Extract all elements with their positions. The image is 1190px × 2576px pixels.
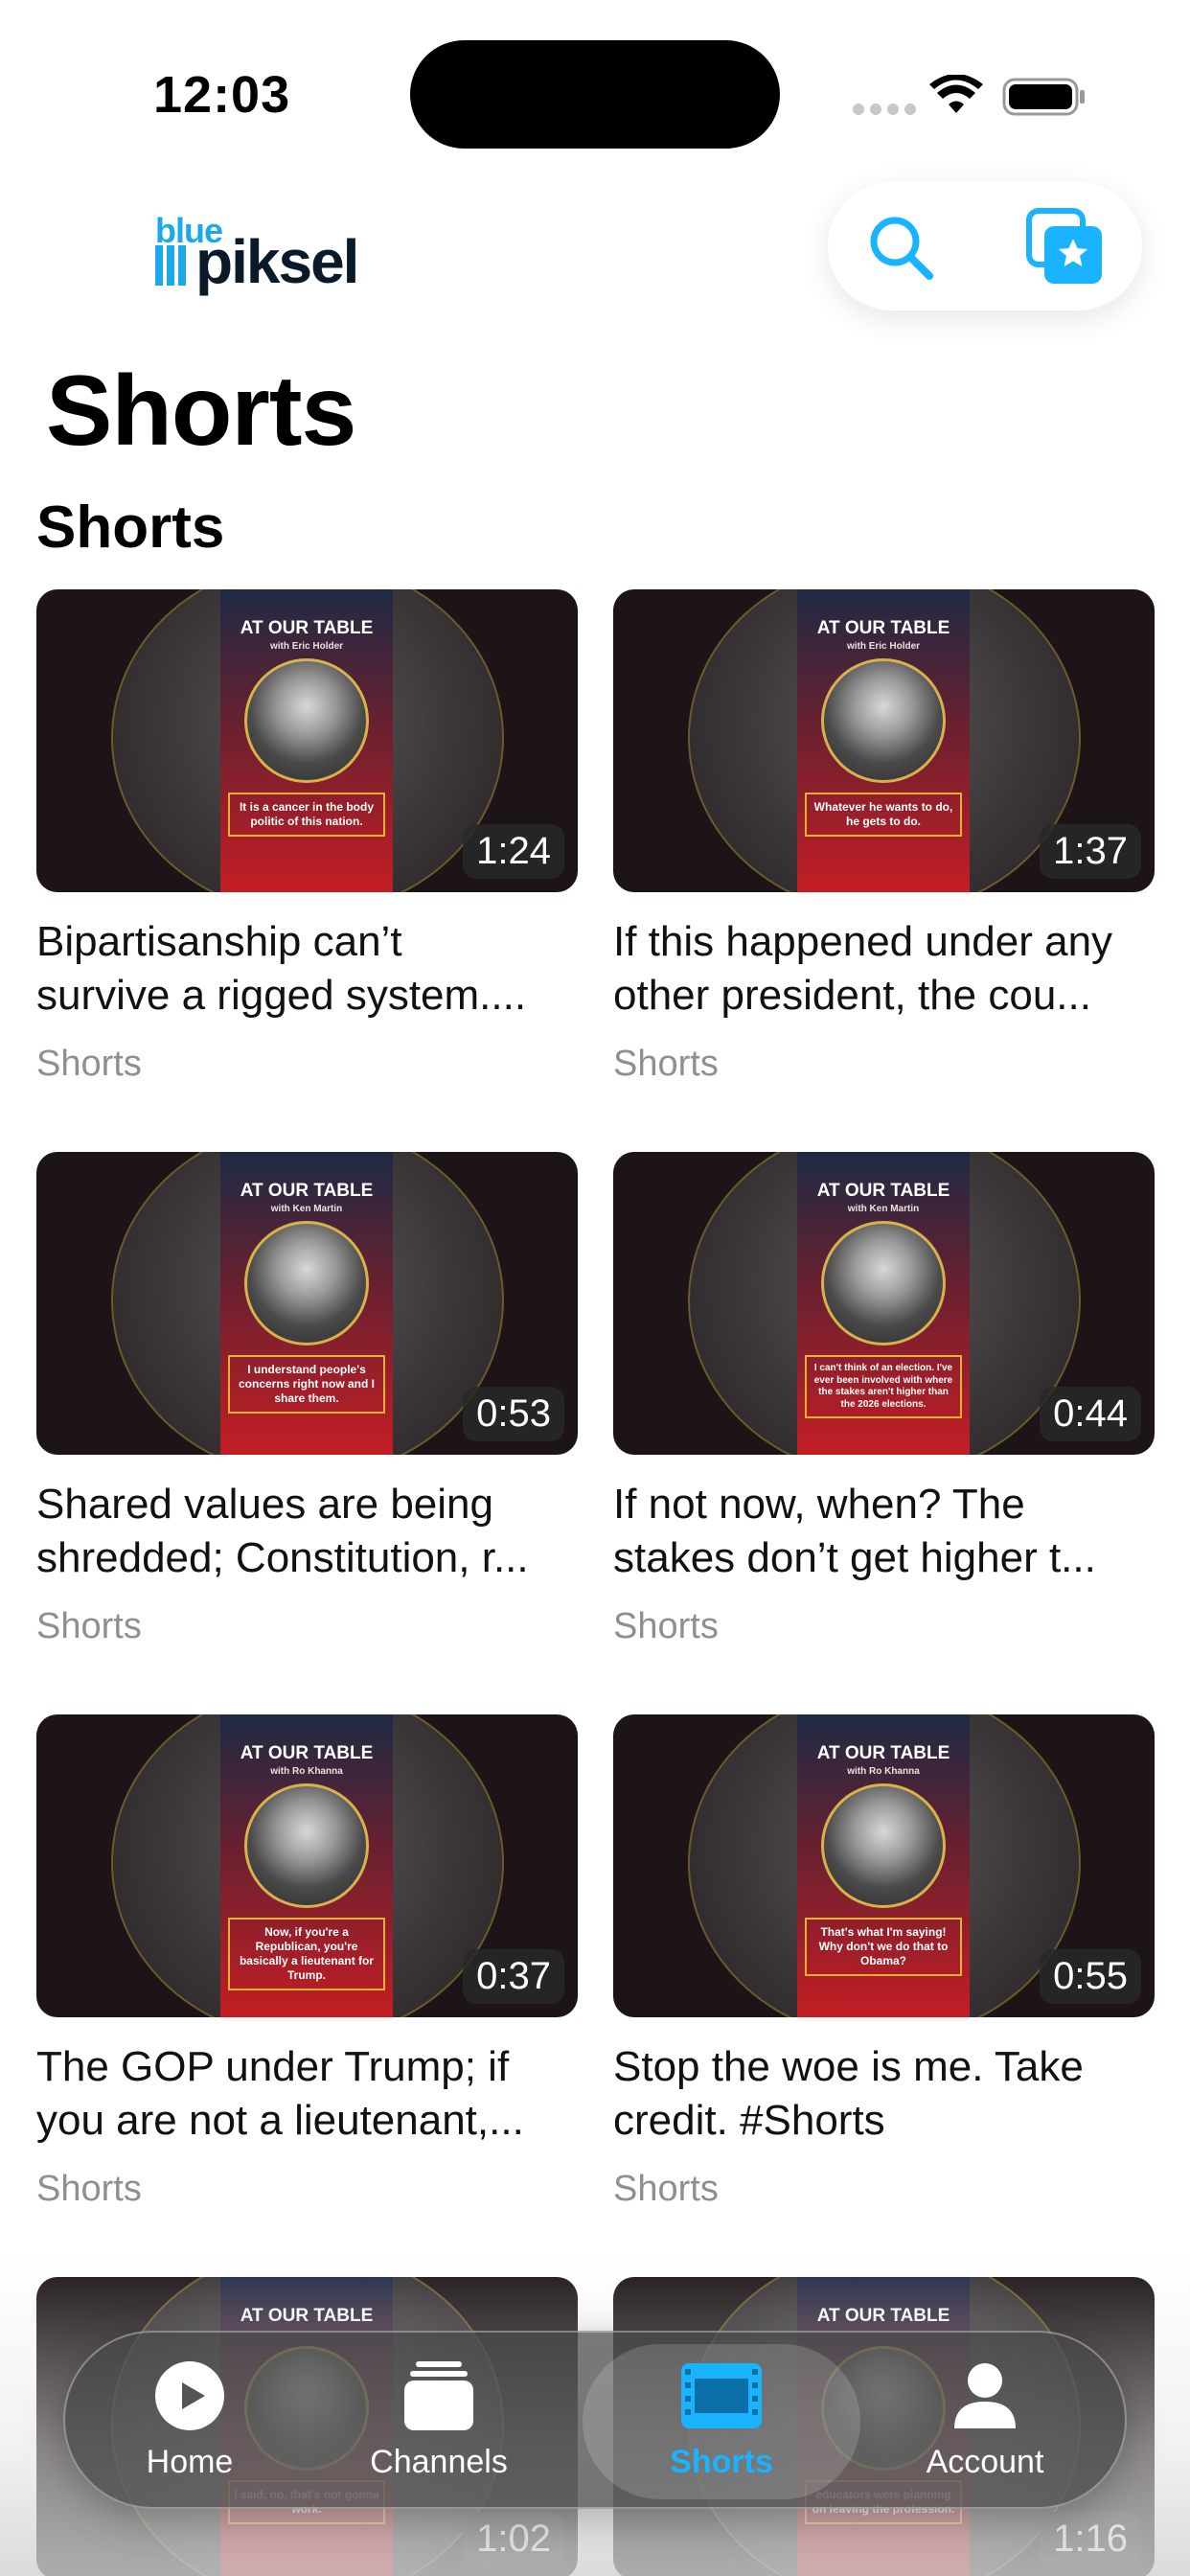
logo-bars	[155, 245, 186, 286]
section-title: Shorts	[36, 494, 225, 561]
tab-label: Shorts	[670, 2444, 773, 2480]
guest-portrait	[821, 1221, 946, 1346]
tab-label: Account	[926, 2444, 1044, 2480]
short-card[interactable]: AT OUR TABLE with Ken Martin I can't thi…	[613, 1152, 1155, 1647]
tab-account[interactable]: Account	[880, 2333, 1090, 2511]
poster-subtitle: with Ro Khanna	[847, 1766, 920, 1777]
video-title[interactable]: Shared values are being shredded; Constit…	[36, 1478, 578, 1585]
header-actions	[828, 182, 1142, 310]
guest-portrait	[821, 658, 946, 783]
wifi-icon	[929, 75, 983, 113]
tab-label: Home	[146, 2444, 234, 2480]
poster-title: AT OUR TABLE	[816, 618, 950, 638]
film-icon	[681, 2363, 762, 2428]
video-thumbnail[interactable]: AT OUR TABLE with Eric Holder Whatever h…	[613, 589, 1155, 892]
poster-subtitle: with Ken Martin	[847, 1204, 920, 1214]
duration-badge: 0:37	[463, 1949, 564, 2004]
video-thumbnail[interactable]: AT OUR TABLE with Ken Martin I understan…	[36, 1152, 578, 1455]
duration-badge: 0:53	[463, 1387, 564, 1441]
poster-title: AT OUR TABLE	[240, 2306, 374, 2326]
poster-quote: It is a cancer in the body politic of th…	[228, 793, 385, 837]
tab-home[interactable]: Home	[94, 2333, 286, 2511]
duration-badge: 1:16	[1040, 2512, 1141, 2566]
poster: AT OUR TABLE with Ro Khanna That's what …	[797, 1714, 970, 2017]
cellular-signal-icon	[853, 104, 916, 115]
poster-subtitle: with Eric Holder	[846, 641, 921, 652]
duration-badge: 0:44	[1040, 1387, 1141, 1441]
poster-title: AT OUR TABLE	[240, 1743, 374, 1763]
video-title[interactable]: Bipartisanship can’t survive a rigged sys…	[36, 915, 578, 1023]
guest-portrait	[821, 1783, 946, 1908]
person-icon	[954, 2363, 1016, 2428]
video-title[interactable]: Stop the woe is me. Take credit. #Shorts	[613, 2040, 1155, 2148]
video-thumbnail[interactable]: AT OUR TABLE with Ro Khanna Now, if you'…	[36, 1714, 578, 2017]
poster-title: AT OUR TABLE	[816, 2306, 950, 2326]
logo-piksel-text: piksel	[195, 227, 359, 296]
video-title[interactable]: If not now, when? The stakes don’t get hi…	[613, 1478, 1155, 1585]
duration-badge: 1:24	[463, 824, 564, 879]
channel-label: Shorts	[36, 2169, 142, 2209]
status-bar: 12:03	[0, 0, 1190, 182]
tab-channels[interactable]: Channels	[333, 2333, 544, 2511]
duration-badge: 1:02	[463, 2512, 564, 2566]
video-title[interactable]: If this happened under any other presiden…	[613, 915, 1155, 1023]
poster-quote: That's what I'm saying! Why don't we do …	[805, 1918, 962, 1976]
tab-label: Channels	[370, 2444, 508, 2480]
channel-label: Shorts	[613, 2169, 719, 2209]
poster-title: AT OUR TABLE	[816, 1181, 950, 1201]
tab-bar: Home Channels Shorts Account	[63, 2331, 1127, 2509]
poster: AT OUR TABLE with Eric Holder Whatever h…	[797, 589, 970, 892]
channel-label: Shorts	[613, 1044, 719, 1084]
channel-label: Shorts	[613, 1606, 719, 1646]
channel-label: Shorts	[36, 1606, 142, 1646]
video-thumbnail[interactable]: AT OUR TABLE with Ken Martin I can't thi…	[613, 1152, 1155, 1455]
battery-icon	[1002, 78, 1085, 116]
dynamic-island	[410, 40, 780, 149]
poster: AT OUR TABLE with Eric Holder It is a ca…	[220, 589, 393, 892]
blue-piksel-logo: blue piksel	[153, 209, 364, 296]
play-circle-icon	[155, 2361, 224, 2430]
poster-quote: I understand people's concerns right now…	[228, 1355, 385, 1414]
star-collection-icon[interactable]	[1025, 207, 1106, 288]
poster-quote: Whatever he wants to do, he gets to do.	[805, 793, 962, 837]
guest-portrait	[244, 1783, 369, 1908]
poster-title: AT OUR TABLE	[240, 618, 374, 638]
poster-quote: I can't think of an election. I've ever …	[805, 1355, 962, 1418]
guest-portrait	[244, 658, 369, 783]
poster-subtitle: with Ro Khanna	[270, 1766, 343, 1777]
short-card[interactable]: AT OUR TABLE with Eric Holder It is a ca…	[36, 589, 578, 1085]
search-icon[interactable]	[862, 209, 939, 286]
video-thumbnail[interactable]: AT OUR TABLE with Eric Holder It is a ca…	[36, 589, 578, 892]
duration-badge: 1:37	[1040, 824, 1141, 879]
tab-shorts[interactable]: Shorts	[626, 2333, 817, 2511]
short-card[interactable]: AT OUR TABLE with Eric Holder Whatever h…	[613, 589, 1155, 1085]
poster-subtitle: with Eric Holder	[269, 641, 344, 652]
page-title: Shorts	[46, 356, 356, 467]
stack-icon	[404, 2361, 473, 2430]
poster-quote: Now, if you're a Republican, you're basi…	[228, 1918, 385, 1990]
poster-title: AT OUR TABLE	[240, 1181, 374, 1201]
short-card[interactable]: AT OUR TABLE with Ken Martin I understan…	[36, 1152, 578, 1647]
short-card[interactable]: AT OUR TABLE with Ro Khanna That's what …	[613, 1714, 1155, 2210]
duration-badge: 0:55	[1040, 1949, 1141, 2004]
poster: AT OUR TABLE with Ken Martin I understan…	[220, 1152, 393, 1455]
status-time: 12:03	[153, 66, 291, 124]
video-title[interactable]: The GOP under Trump; if you are not a lie…	[36, 2040, 578, 2148]
guest-portrait	[244, 1221, 369, 1346]
channel-label: Shorts	[36, 1044, 142, 1084]
poster-title: AT OUR TABLE	[816, 1743, 950, 1763]
video-thumbnail[interactable]: AT OUR TABLE with Ro Khanna That's what …	[613, 1714, 1155, 2017]
short-card[interactable]: AT OUR TABLE with Ro Khanna Now, if you'…	[36, 1714, 578, 2210]
poster-subtitle: with Ken Martin	[270, 1204, 343, 1214]
poster: AT OUR TABLE with Ken Martin I can't thi…	[797, 1152, 970, 1455]
poster: AT OUR TABLE with Ro Khanna Now, if you'…	[220, 1714, 393, 2017]
